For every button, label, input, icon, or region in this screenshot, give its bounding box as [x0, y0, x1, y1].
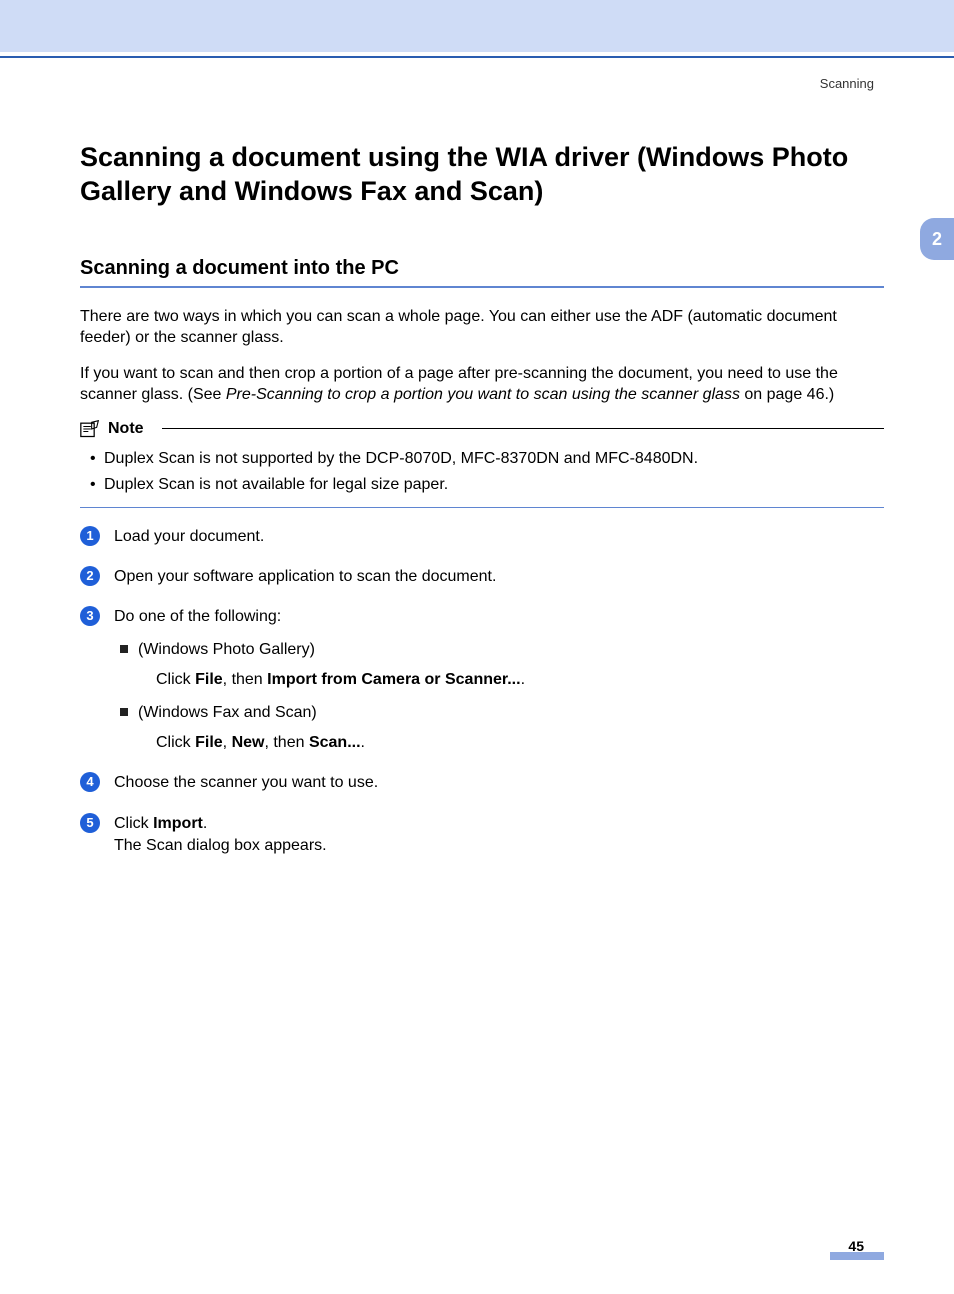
menu-import: Import from Camera or Scanner... — [267, 671, 520, 688]
step-5: Click Import. The Scan dialog box appear… — [80, 813, 884, 858]
menu-file: File — [195, 734, 223, 751]
running-head: Scanning — [80, 76, 874, 91]
t: Click — [156, 734, 195, 751]
note-icon — [80, 420, 100, 438]
note-header: Note — [80, 420, 884, 438]
t: . — [203, 815, 207, 832]
t: . — [521, 671, 525, 688]
option-label: (Windows Fax and Scan) — [138, 704, 317, 721]
menu-new: New — [232, 734, 265, 751]
step-3-options: (Windows Photo Gallery) Click File, then… — [114, 639, 884, 755]
step-text: Load your document. — [114, 528, 264, 545]
chapter-tab: 2 — [920, 218, 954, 260]
page-content: Scanning 2 Scanning a document using the… — [0, 58, 954, 1294]
t: Click — [114, 815, 153, 832]
page-footer: 45 — [80, 1238, 884, 1254]
menu-file: File — [195, 671, 223, 688]
step-text: Open your software application to scan t… — [114, 568, 496, 585]
intro-paragraph-1: There are two ways in which you can scan… — [80, 306, 884, 349]
note-header-rule — [162, 428, 884, 429]
note-block: Note Duplex Scan is not supported by the… — [80, 420, 884, 508]
note-item: Duplex Scan is not supported by the DCP-… — [90, 448, 884, 470]
menu-scan: Scan... — [309, 734, 361, 751]
t: , then — [264, 734, 308, 751]
header-band — [0, 0, 954, 52]
step-list: Load your document. Open your software a… — [80, 526, 884, 858]
step-3-option-b: (Windows Fax and Scan) Click File, New, … — [120, 702, 884, 755]
note-list: Duplex Scan is not supported by the DCP-… — [80, 438, 884, 497]
cross-ref-link[interactable]: Pre-Scanning to crop a portion you want … — [226, 386, 740, 403]
t: . — [361, 734, 365, 751]
step-1: Load your document. — [80, 526, 884, 548]
note-end-rule — [80, 507, 884, 508]
footer-accent — [830, 1252, 884, 1260]
step-3-option-a: (Windows Photo Gallery) Click File, then… — [120, 639, 884, 692]
step-3: Do one of the following: (Windows Photo … — [80, 606, 884, 754]
option-label: (Windows Photo Gallery) — [138, 641, 315, 658]
section-heading: Scanning a document into the PC — [80, 257, 884, 280]
option-instruction: Click File, New, then Scan.... — [138, 732, 884, 754]
intro-p2-post: on page 46.) — [740, 386, 834, 403]
t: Click — [156, 671, 195, 688]
section-rule — [80, 286, 884, 288]
import-button-ref: Import — [153, 815, 203, 832]
step-2: Open your software application to scan t… — [80, 566, 884, 588]
page-number: 45 — [80, 1238, 884, 1254]
note-label: Note — [108, 420, 144, 438]
t: , then — [223, 671, 267, 688]
step-4: Choose the scanner you want to use. — [80, 772, 884, 794]
section-heading-row: Scanning a document into the PC — [80, 257, 884, 280]
step-text: Choose the scanner you want to use. — [114, 774, 378, 791]
t: , — [223, 734, 232, 751]
option-instruction: Click File, then Import from Camera or S… — [138, 669, 884, 691]
page-title: Scanning a document using the WIA driver… — [80, 141, 884, 209]
step-lead: Do one of the following: — [114, 608, 281, 625]
note-item: Duplex Scan is not available for legal s… — [90, 474, 884, 496]
step-5-result: The Scan dialog box appears. — [114, 837, 327, 854]
intro-paragraph-2: If you want to scan and then crop a port… — [80, 363, 884, 406]
